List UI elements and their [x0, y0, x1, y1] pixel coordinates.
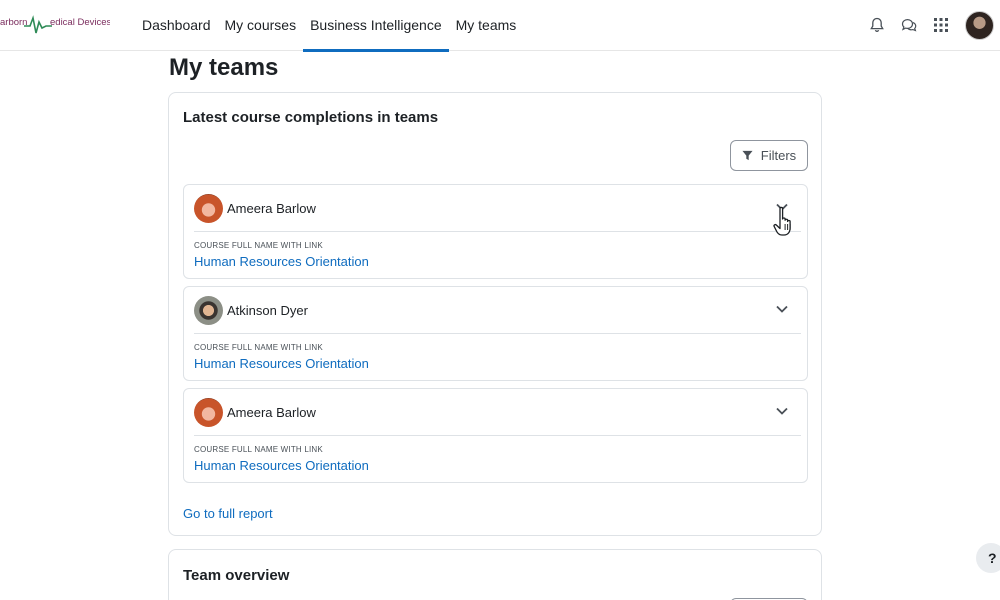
hand-pointer-cursor-icon — [773, 206, 791, 236]
logo-text-right: edical Devices — [50, 17, 110, 28]
nav-my-courses[interactable]: My courses — [218, 0, 304, 51]
learner-name: Ameera Barlow — [227, 201, 316, 216]
latest-completions-card: Latest course completions in teams Filte… — [168, 92, 822, 536]
avatar — [194, 398, 223, 427]
primary-navigation: Dashboard My courses Business Intelligen… — [135, 0, 524, 52]
completion-item-header[interactable]: Ameera Barlow — [184, 389, 807, 435]
nav-my-teams[interactable]: My teams — [449, 0, 524, 51]
course-link[interactable]: Human Resources Orientation — [194, 254, 369, 269]
card-title: Latest course completions in teams — [183, 109, 439, 126]
completion-item: Ameera Barlow COURSE FULL NAME WITH LINK… — [183, 388, 808, 483]
chevron-down-icon[interactable] — [775, 302, 789, 316]
bell-icon[interactable] — [868, 16, 886, 34]
nav-business-intelligence[interactable]: Business Intelligence — [303, 0, 449, 52]
field-label: COURSE FULL NAME WITH LINK — [194, 343, 323, 352]
apps-grid-icon[interactable] — [932, 16, 950, 34]
completion-item-header[interactable]: Atkinson Dyer — [184, 287, 807, 333]
divider — [194, 333, 801, 334]
learner-name: Atkinson Dyer — [227, 303, 308, 318]
field-label: COURSE FULL NAME WITH LINK — [194, 241, 323, 250]
chevron-down-icon[interactable] — [775, 404, 789, 418]
top-navbar: arborn edical Devices Dashboard My cours… — [0, 0, 1000, 52]
divider — [194, 435, 801, 436]
filter-icon — [742, 150, 753, 161]
avatar — [194, 296, 223, 325]
chat-icon[interactable] — [900, 16, 918, 34]
completion-item: Ameera Barlow COURSE FULL NAME WITH LINK… — [183, 184, 808, 279]
help-button[interactable]: ? — [976, 543, 1000, 573]
learner-name: Ameera Barlow — [227, 405, 316, 420]
filters-label: Filters — [760, 148, 797, 163]
brand-logo[interactable]: arborn edical Devices — [0, 12, 110, 38]
course-link[interactable]: Human Resources Orientation — [194, 356, 369, 371]
team-overview-card: Team overview — [168, 549, 822, 600]
card-title: Team overview — [183, 567, 290, 584]
go-to-full-report-link[interactable]: Go to full report — [183, 506, 273, 521]
logo-wave-icon — [24, 15, 52, 34]
divider — [194, 231, 801, 232]
filters-button[interactable]: Filters — [730, 140, 808, 171]
completion-item: Atkinson Dyer COURSE FULL NAME WITH LINK… — [183, 286, 808, 381]
completion-item-header[interactable]: Ameera Barlow — [184, 185, 807, 231]
user-avatar[interactable] — [965, 11, 994, 40]
nav-dashboard[interactable]: Dashboard — [135, 0, 218, 51]
field-label: COURSE FULL NAME WITH LINK — [194, 445, 323, 454]
page-title: My teams — [169, 54, 279, 81]
avatar — [194, 194, 223, 223]
course-link[interactable]: Human Resources Orientation — [194, 458, 369, 473]
